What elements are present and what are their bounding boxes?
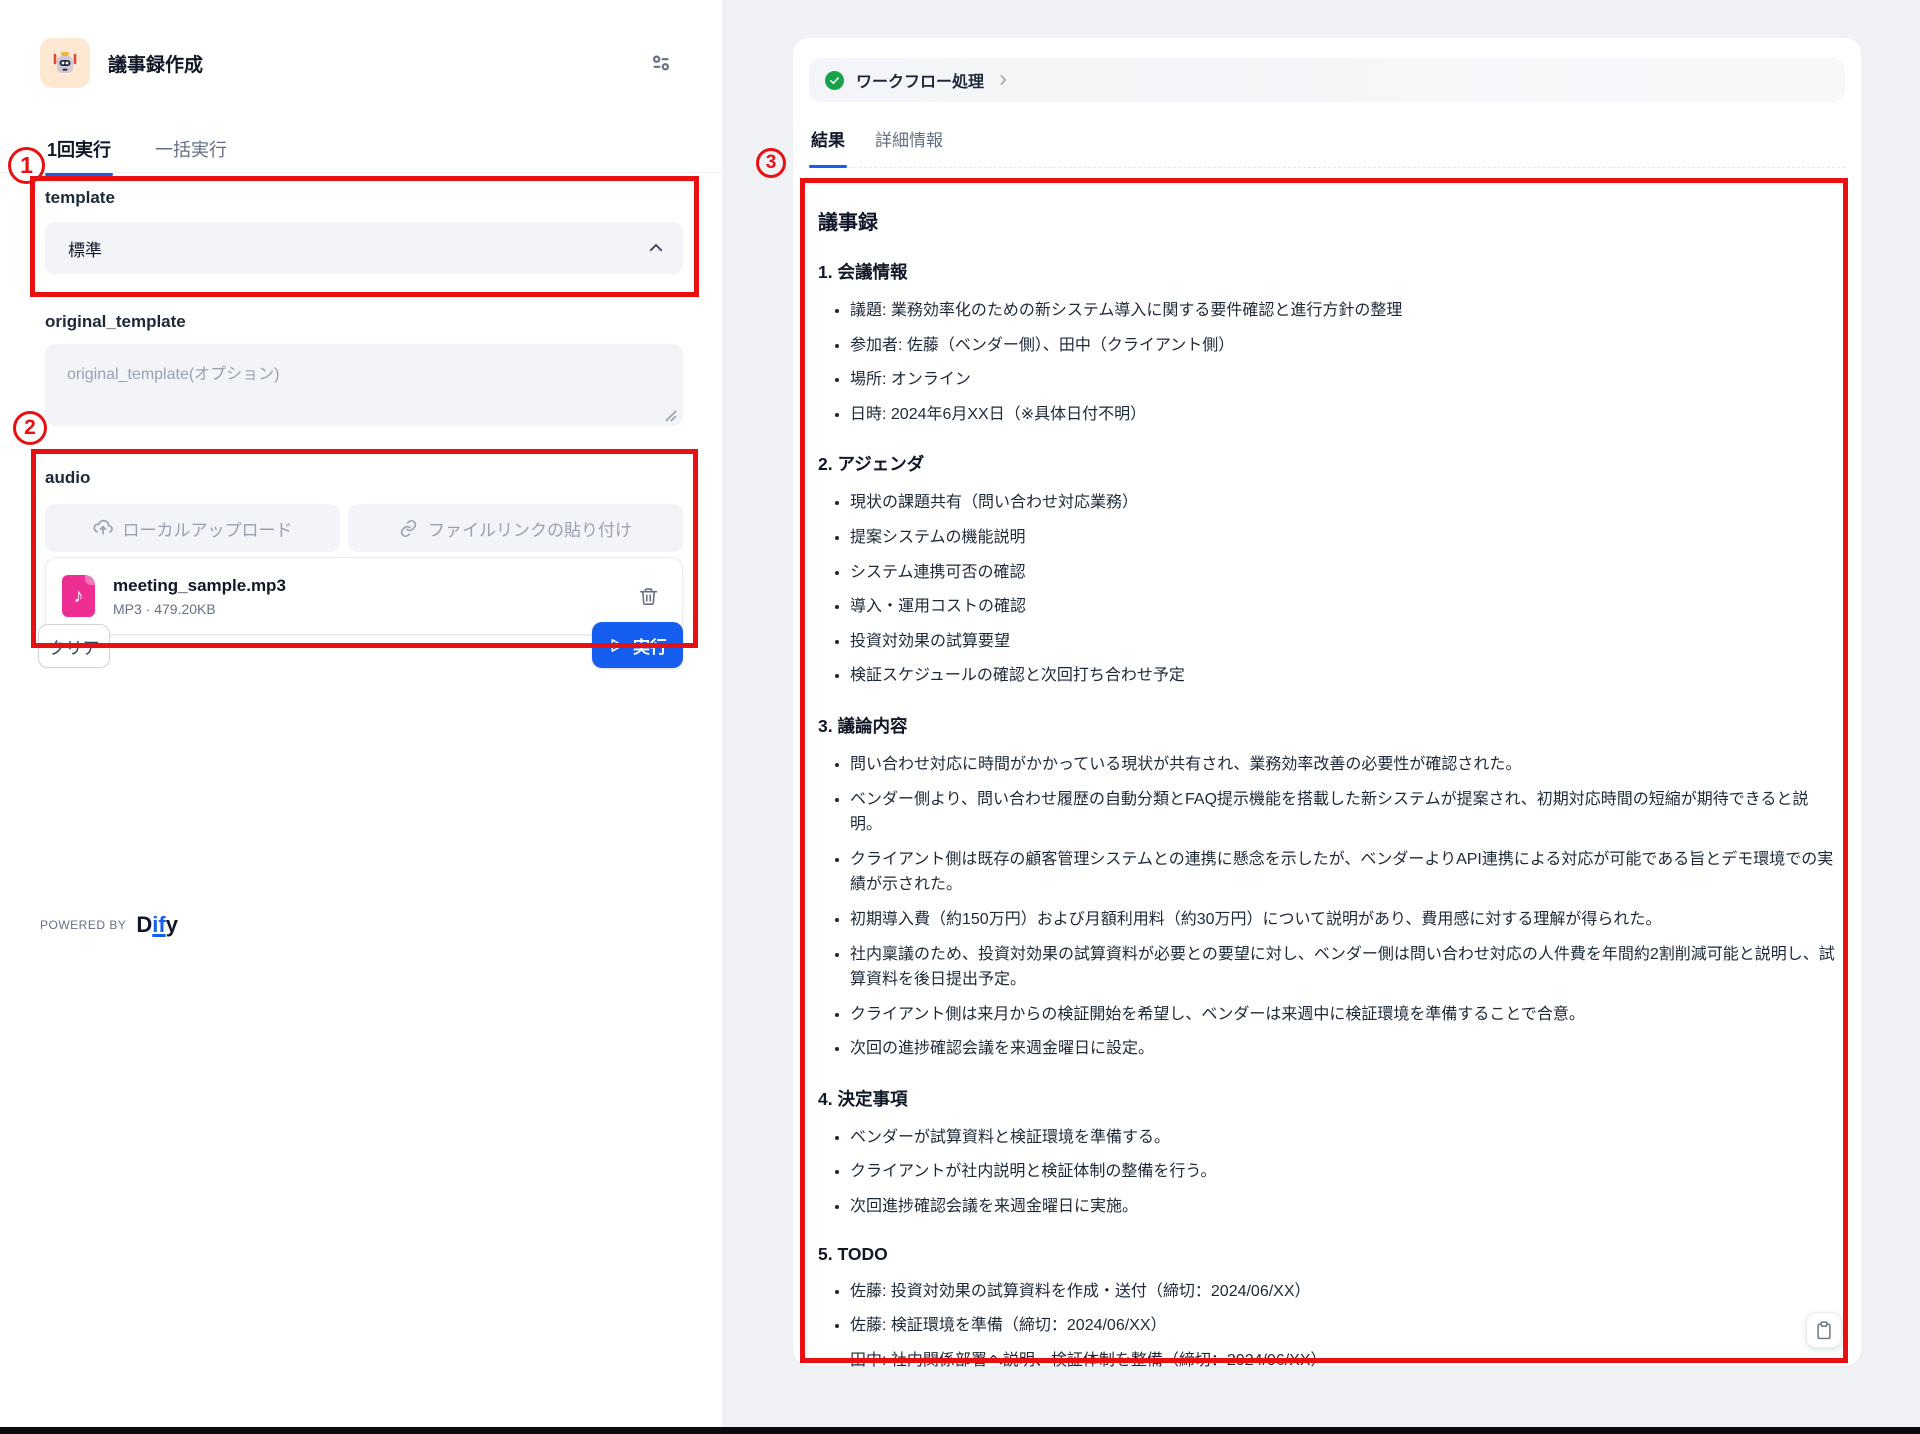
result-card: ワークフロー処理 結果 詳細情報 議事録 1. 会議情報 議題: 業務効率化のた… xyxy=(793,38,1861,1366)
copy-result-button[interactable] xyxy=(1806,1312,1842,1348)
bullet-item: ベンダー側より、問い合わせ履歴の自動分類とFAQ提示機能を搭載した新システムが提… xyxy=(850,787,1838,838)
bullet-item: 議題: 業務効率化のための新システム導入に関する要件確認と進行方針の整理 xyxy=(850,298,1838,324)
run-button-label: 実行 xyxy=(633,633,667,658)
result-section: 3. 議論内容 問い合わせ対応に時間がかかっている現状が共有され、業務効率改善の… xyxy=(818,713,1838,1062)
result-panel: ワークフロー処理 結果 詳細情報 議事録 1. 会議情報 議題: 業務効率化のた… xyxy=(722,0,1920,1434)
play-icon xyxy=(608,637,625,654)
bullet-item: システム連携可否の確認 xyxy=(850,560,1838,586)
result-section: 1. 会議情報 議題: 業務効率化のための新システム導入に関する要件確認と進行方… xyxy=(818,259,1838,427)
workflow-status-bar[interactable]: ワークフロー処理 xyxy=(809,58,1845,102)
tab-detail[interactable]: 詳細情報 xyxy=(873,120,945,167)
template-select[interactable]: 標準 xyxy=(45,222,683,274)
result-section: 4. 決定事項 ベンダーが試算資料と検証環境を準備する。クライアントが社内説明と… xyxy=(818,1086,1838,1220)
audio-label: audio xyxy=(45,468,90,488)
section-list: 佐藤: 投資対効果の試算資料を作成・送付（締切：2024/06/XX） 佐藤: 検… xyxy=(818,1279,1838,1374)
powered-by-label: POWERED BY xyxy=(40,918,126,932)
app-header: 議事録作成 xyxy=(40,38,203,88)
bullet-item: 次回進捗確認会議を来週金曜日に実施。 xyxy=(850,1194,1838,1220)
section-list: 議題: 業務効率化のための新システム導入に関する要件確認と進行方針の整理参加者:… xyxy=(818,298,1838,427)
audio-file-icon: ♪ xyxy=(62,575,95,617)
bullet-item: ベンダーが試算資料と検証環境を準備する。 xyxy=(850,1125,1838,1151)
bullet-item: クライアント側は既存の顧客管理システムとの連携に懸念を示したが、ベンダーよりAP… xyxy=(850,847,1838,898)
bullet-item: クライアントが社内説明と検証体制の整備を行う。 xyxy=(850,1159,1838,1185)
file-link-button[interactable]: ファイルリンクの貼り付け xyxy=(348,504,683,552)
section-heading: 3. 議論内容 xyxy=(818,713,1838,738)
link-icon xyxy=(399,519,418,538)
robot-app-icon xyxy=(40,38,90,88)
bullet-item: 次回の進捗確認会議を来週金曜日に設定。 xyxy=(850,1036,1838,1062)
local-upload-button[interactable]: ローカルアップロード xyxy=(45,504,340,552)
bullet-item: 佐藤: 検証環境を準備（締切：2024/06/XX） xyxy=(850,1313,1838,1339)
bullet-item: 検証スケジュールの確認と次回打ち合わせ予定 xyxy=(850,663,1838,689)
file-meta: MP3 · 479.20KB xyxy=(113,601,634,617)
section-list: 問い合わせ対応に時間がかかっている現状が共有され、業務効率改善の必要性が確認され… xyxy=(818,752,1838,1062)
bullet-item: 日時: 2024年6月XX日（※具体日付不明） xyxy=(850,402,1838,428)
result-title: 議事録 xyxy=(818,206,1838,235)
original-template-input[interactable] xyxy=(45,344,683,426)
bullet-item: 提案システムの機能説明 xyxy=(850,525,1838,551)
template-label: template xyxy=(45,188,115,208)
run-mode-tabs: 1回実行 一括実行 xyxy=(45,136,229,176)
section-heading: 5. TODO xyxy=(818,1244,1838,1265)
result-section: 2. アジェンダ 現状の課題共有（問い合わせ対応業務） 提案システムの機能説明シス… xyxy=(818,451,1838,689)
uploaded-file-card: ♪ meeting_sample.mp3 MP3 · 479.20KB xyxy=(45,557,683,635)
section-heading: 1. 会議情報 xyxy=(818,259,1838,284)
input-panel: 議事録作成 1回実行 一括実行 template 標準 original_tem… xyxy=(0,0,722,1434)
file-link-label: ファイルリンクの貼り付け xyxy=(428,516,632,541)
bottom-edge-bar xyxy=(0,1427,1920,1434)
tab-result[interactable]: 結果 xyxy=(809,120,847,167)
upload-cloud-icon xyxy=(93,518,113,538)
bullet-item: 投資対効果の試算要望 xyxy=(850,629,1838,655)
original-template-label: original_template xyxy=(45,312,186,332)
result-section: 5. TODO 佐藤: 投資対効果の試算資料を作成・送付（締切：2024/06/… xyxy=(818,1244,1838,1374)
file-name: meeting_sample.mp3 xyxy=(113,576,634,596)
result-markdown: 議事録 1. 会議情報 議題: 業務効率化のための新システム導入に関する要件確認… xyxy=(808,186,1848,1382)
bullet-item: 社内稟議のため、投資対効果の試算資料が必要との要望に対し、ベンダー側は問い合わせ… xyxy=(850,942,1838,993)
run-button[interactable]: 実行 xyxy=(592,622,683,668)
file-info: meeting_sample.mp3 MP3 · 479.20KB xyxy=(113,576,634,617)
template-select-value: 標準 xyxy=(68,236,647,261)
settings-icon[interactable] xyxy=(646,48,676,78)
workflow-status-label: ワークフロー処理 xyxy=(856,68,984,92)
tab-single-run[interactable]: 1回実行 xyxy=(45,136,113,176)
tabs-divider xyxy=(0,172,722,173)
section-heading: 4. 決定事項 xyxy=(818,1086,1838,1111)
powered-by: POWERED BY Dify xyxy=(40,912,178,938)
section-list: 現状の課題共有（問い合わせ対応業務） 提案システムの機能説明システム連携可否の確認… xyxy=(818,490,1838,689)
app-title: 議事録作成 xyxy=(108,50,203,77)
success-check-icon xyxy=(825,71,844,90)
chevron-right-icon xyxy=(996,73,1010,87)
bullet-item: 初期導入費（約150万円）および月額利用料（約30万円）について説明があり、費用… xyxy=(850,907,1838,933)
bullet-item: 問い合わせ対応に時間がかかっている現状が共有され、業務効率改善の必要性が確認され… xyxy=(850,752,1838,778)
section-heading: 2. アジェンダ xyxy=(818,451,1838,476)
bullet-item: クライアント側は来月からの検証開始を希望し、ベンダーは来週中に検証環境を準備する… xyxy=(850,1002,1838,1028)
bullet-item: 田中: 社内関係部署へ説明、検証体制を整備（締切：2024/06/XX） xyxy=(850,1348,1838,1374)
clear-button[interactable]: クリア xyxy=(38,624,110,668)
delete-file-button[interactable] xyxy=(634,582,662,610)
section-list: ベンダーが試算資料と検証環境を準備する。クライアントが社内説明と検証体制の整備を… xyxy=(818,1125,1838,1220)
bullet-item: 現状の課題共有（問い合わせ対応業務） xyxy=(850,490,1838,516)
robot-icon xyxy=(49,47,81,79)
bullet-item: 導入・運用コストの確認 xyxy=(850,594,1838,620)
result-sections: 1. 会議情報 議題: 業務効率化のための新システム導入に関する要件確認と進行方… xyxy=(818,259,1838,1373)
chevron-up-icon xyxy=(647,239,665,257)
local-upload-label: ローカルアップロード xyxy=(123,516,293,541)
bullet-item: 場所: オンライン xyxy=(850,367,1838,393)
trash-icon xyxy=(638,586,659,607)
tab-batch-run[interactable]: 一括実行 xyxy=(153,136,229,176)
bullet-item: 佐藤: 投資対効果の試算資料を作成・送付（締切：2024/06/XX） xyxy=(850,1279,1838,1305)
result-tabs: 結果 詳細情報 xyxy=(809,120,1845,168)
bullet-item: 参加者: 佐藤（ベンダー側）、田中（クライアント側） xyxy=(850,333,1838,359)
dify-logo[interactable]: Dify xyxy=(136,912,178,938)
clipboard-icon xyxy=(1816,1321,1832,1340)
